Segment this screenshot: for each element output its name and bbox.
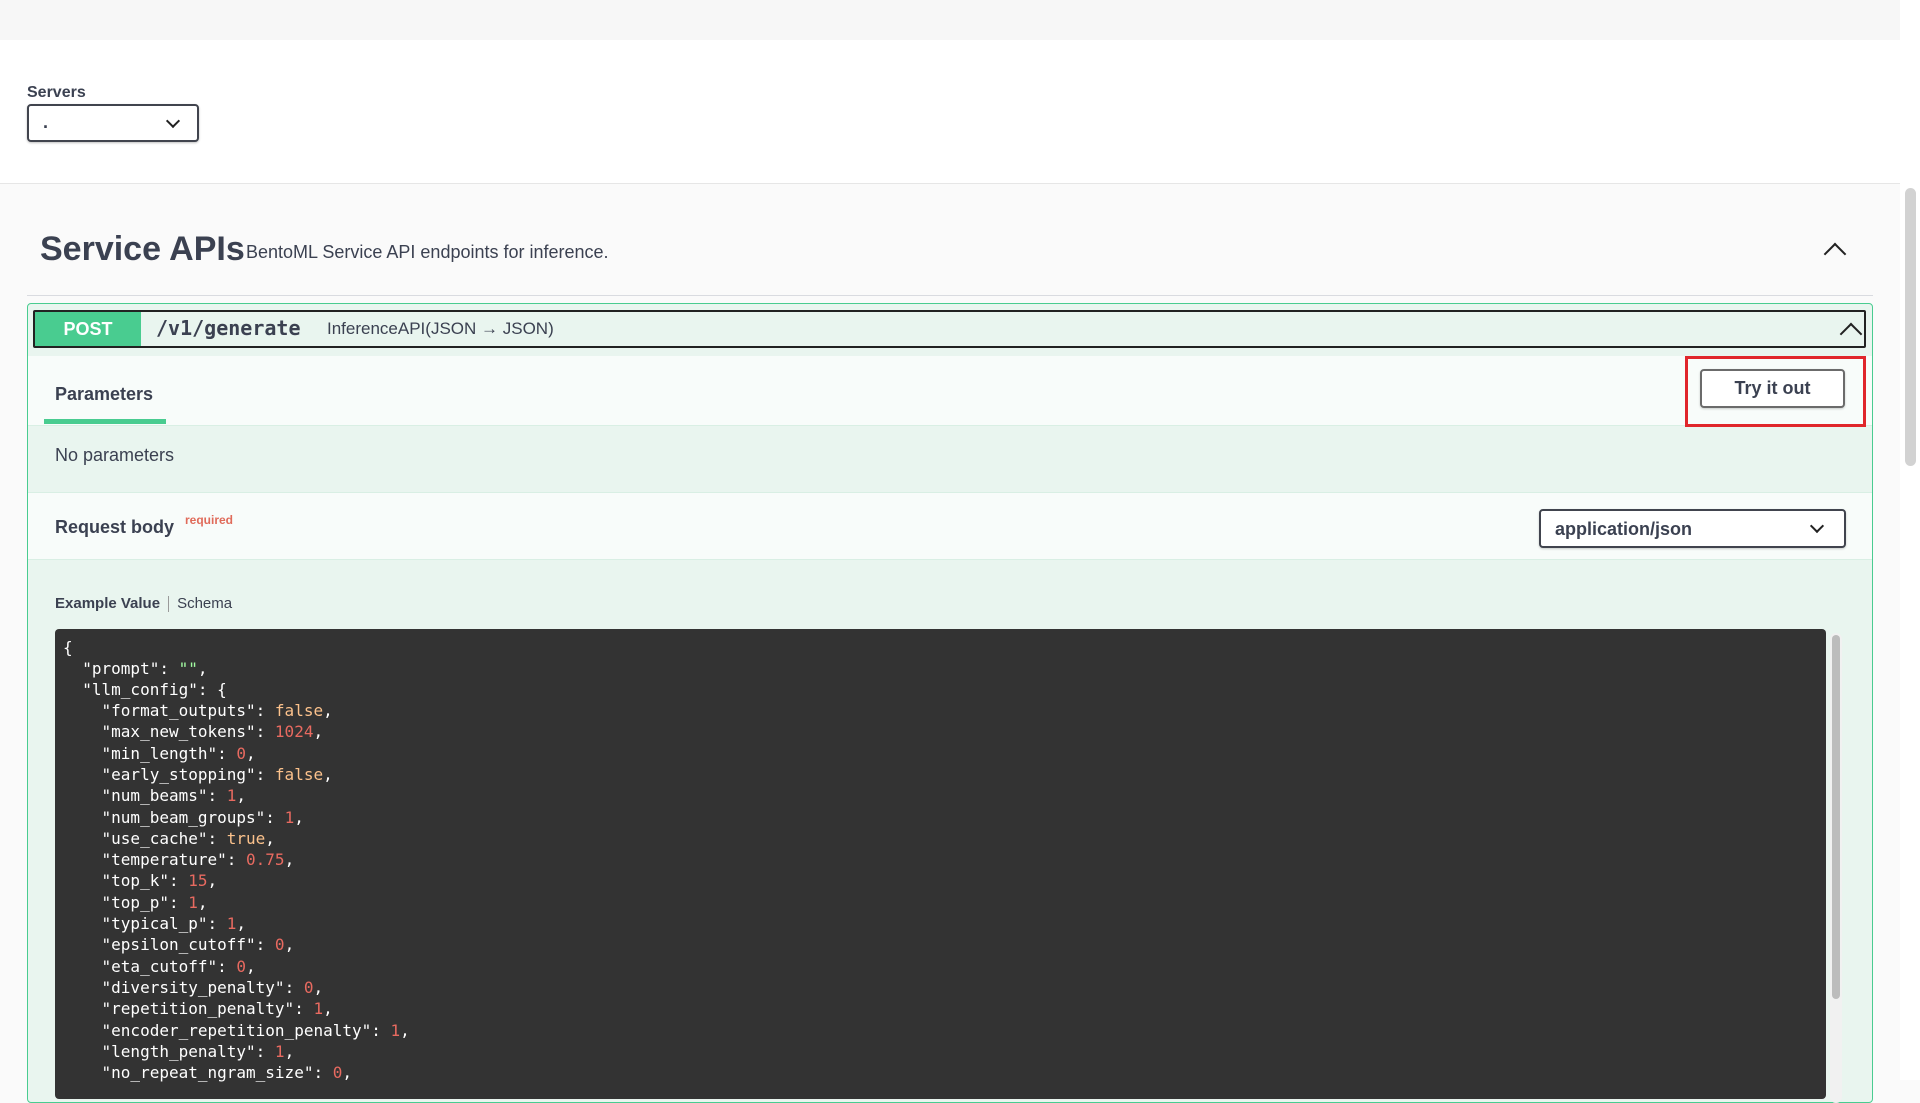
chevron-up-icon[interactable] (1823, 242, 1847, 266)
code-value: false (274, 701, 324, 720)
code-key: "format_outputs" (101, 701, 256, 720)
code-key: "diversity_penalty" (101, 977, 285, 997)
parameters-header: Parameters Try it out (28, 356, 1872, 427)
code-value: 0 (236, 956, 247, 976)
code-line: "top_k": 15, (101, 871, 218, 891)
code-line: "top_p": 1, (101, 892, 208, 912)
tag-description: BentoML Service API endpoints for infere… (246, 242, 609, 262)
code-key: "no_repeat_ngram_size" (101, 1063, 314, 1083)
code-value: 1024 (274, 722, 314, 742)
code-token: { (63, 638, 73, 657)
code-key: "num_beams" (101, 786, 208, 806)
code-key: "llm_config" (82, 680, 198, 699)
code-scrollbar-thumb[interactable] (1832, 635, 1840, 999)
code-line: "epsilon_cutoff": 0, (101, 935, 295, 955)
code-line: "llm_config": { (82, 680, 227, 699)
code-value: 1 (274, 1041, 285, 1061)
operation-summary[interactable]: POST /v1/generate InferenceAPI(JSON → JS… (33, 310, 1866, 348)
code-value: 1 (226, 914, 237, 933)
code-value: false (274, 764, 324, 784)
code-line: "eta_cutoff": 0, (101, 956, 256, 976)
code-value: 1 (226, 786, 237, 806)
code-key: "prompt" (82, 659, 160, 678)
chevron-down-icon (1809, 518, 1825, 534)
code-value: "" (178, 659, 198, 678)
code-key: "top_p" (101, 892, 169, 912)
tab-active-indicator (44, 419, 166, 424)
code-key: "eta_cutoff" (101, 956, 218, 976)
operation-block-post: POST /v1/generate InferenceAPI(JSON → JS… (27, 303, 1873, 1103)
code-line: "max_new_tokens": 1024, (101, 722, 324, 742)
code-line: "min_length": 0, (101, 743, 256, 763)
try-it-out-button[interactable]: Try it out (1700, 369, 1845, 408)
code-line: "num_beams": 1, (101, 786, 247, 806)
code-value: 1 (390, 1020, 401, 1040)
code-line: "typical_p": 1, (101, 914, 247, 933)
tag-title: Service APIs (40, 230, 245, 268)
code-value: 15 (188, 871, 208, 891)
code-value: 0.75 (246, 850, 285, 870)
servers-label: Servers (27, 84, 86, 101)
code-value: 1 (188, 892, 198, 912)
tab-example-value[interactable]: Example Value (55, 595, 160, 612)
code-value: true (226, 828, 266, 848)
request-body-header: Request body required application/json (28, 492, 1872, 560)
servers-selected-value: . (43, 112, 49, 132)
code-line: "encoder_repetition_penalty": 1, (101, 1020, 410, 1040)
code-value: 0 (236, 743, 247, 763)
code-value: 0 (332, 1063, 343, 1083)
code-key: "typical_p" (101, 914, 208, 933)
code-key: "max_new_tokens" (101, 722, 256, 742)
code-line: { (63, 637, 73, 658)
code-key: "encoder_repetition_penalty" (101, 1020, 372, 1040)
code-key: "length_penalty" (101, 1041, 256, 1061)
request-body-label: Request body (55, 517, 175, 537)
code-line: "temperature": 0.75, (101, 850, 295, 870)
operation-path: /v1/generate (156, 316, 301, 340)
code-key: "num_beam_groups" (101, 807, 266, 827)
code-line: "prompt": "", (82, 659, 208, 678)
code-key: "repetition_penalty" (101, 999, 295, 1019)
page-scrollbar-thumb[interactable] (1905, 188, 1916, 466)
code-value: 0 (303, 977, 314, 997)
code-line: "use_cache": true, (101, 828, 275, 848)
code-key: "use_cache" (101, 828, 208, 848)
collapse-chevron-icon[interactable] (1839, 322, 1863, 346)
servers-select[interactable]: . (27, 104, 199, 142)
code-key: "epsilon_cutoff" (101, 935, 256, 955)
top-bar (0, 0, 1900, 40)
tab-parameters[interactable]: Parameters (55, 384, 153, 405)
code-line: "format_outputs": false, (101, 701, 333, 720)
no-parameters-text: No parameters (55, 445, 175, 465)
page-scrollbar-track[interactable] (1900, 0, 1920, 1080)
content-type-select[interactable]: application/json (1539, 509, 1846, 548)
code-line: "num_beam_groups": 1, (101, 807, 304, 827)
code-key: "top_k" (101, 871, 169, 891)
tag-header-service-apis[interactable]: Service APIs BentoML Service API endpoin… (27, 230, 1873, 296)
tab-divider (168, 596, 170, 613)
example-value-code-block[interactable]: { "prompt": "", "llm_config": { "format_… (55, 629, 1826, 1099)
code-value: 1 (284, 807, 295, 827)
code-value: 1 (313, 999, 324, 1019)
operation-summary-text: InferenceAPI(JSON → JSON) (327, 319, 554, 338)
servers-section: Servers . (0, 40, 1900, 184)
code-key: "min_length" (101, 743, 218, 763)
code-line: "length_penalty": 1, (101, 1041, 295, 1061)
code-key: "temperature" (101, 850, 227, 870)
chevron-down-icon (165, 113, 181, 129)
content-type-value: application/json (1555, 519, 1693, 539)
code-value: 0 (274, 935, 285, 955)
code-line: "early_stopping": false, (101, 764, 333, 784)
code-line: "diversity_penalty": 0, (101, 977, 324, 997)
tab-schema[interactable]: Schema (177, 595, 232, 612)
required-badge: required (185, 513, 234, 527)
code-key: "early_stopping" (101, 764, 256, 784)
example-tabs: Example Value Schema (55, 595, 232, 613)
method-badge: POST (35, 312, 141, 346)
code-line: "repetition_penalty": 1, (101, 999, 333, 1019)
